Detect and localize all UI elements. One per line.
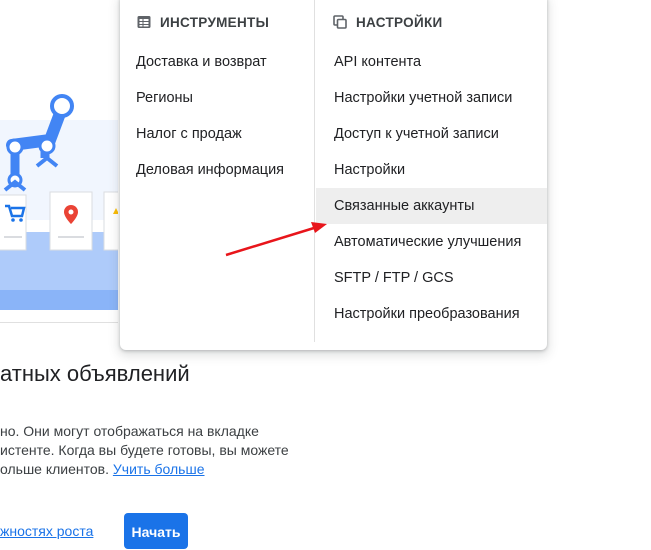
section-divider: [0, 322, 118, 323]
learn-more-link[interactable]: Учить больше: [113, 461, 205, 477]
table-icon: [137, 16, 151, 28]
tools-settings-menu: ИНСТРУМЕНТЫ Доставка и возврат Регионы Н…: [120, 0, 547, 350]
page-description: но. Они могут отображаться на вкладке ис…: [0, 422, 310, 479]
menu-item-regions[interactable]: Регионы: [120, 80, 314, 116]
menu-item-automatic-improvements[interactable]: Автоматические улучшения: [316, 224, 547, 260]
description-line: истенте. Когда вы будете готовы, вы може…: [0, 442, 289, 458]
settings-heading-label: НАСТРОЙКИ: [356, 14, 443, 30]
settings-column: НАСТРОЙКИ API контента Настройки учетной…: [316, 0, 547, 332]
page-heading: атных объявлений: [0, 361, 190, 386]
menu-item-settings[interactable]: Настройки: [316, 152, 547, 188]
tools-column: ИНСТРУМЕНТЫ Доставка и возврат Регионы Н…: [120, 0, 314, 188]
settings-heading: НАСТРОЙКИ: [316, 0, 547, 44]
menu-divider: [314, 0, 315, 342]
description-line: но. Они могут отображаться на вкладке: [0, 423, 259, 439]
menu-item-content-api[interactable]: API контента: [316, 44, 547, 80]
description-line: ольше клиентов. Учить больше: [0, 460, 310, 479]
start-button[interactable]: Начать: [124, 513, 188, 549]
menu-item-account-access[interactable]: Доступ к учетной записи: [316, 116, 547, 152]
copy-icon: [333, 15, 347, 29]
menu-item-account-settings[interactable]: Настройки учетной записи: [316, 80, 547, 116]
menu-item-sales-tax[interactable]: Налог с продаж: [120, 116, 314, 152]
tools-heading: ИНСТРУМЕНТЫ: [120, 0, 314, 44]
growth-opportunities-link[interactable]: жностях роста: [0, 523, 93, 539]
menu-item-business-info[interactable]: Деловая информация: [120, 152, 314, 188]
menu-item-shipping-returns[interactable]: Доставка и возврат: [120, 44, 314, 80]
menu-item-conversion-settings[interactable]: Настройки преобразования: [316, 296, 547, 332]
merchant-illustration: [0, 0, 118, 310]
menu-item-sftp-ftp-gcs[interactable]: SFTP / FTP / GCS: [316, 260, 547, 296]
menu-item-linked-accounts[interactable]: Связанные аккаунты: [316, 188, 547, 224]
description-text: ольше клиентов.: [0, 461, 110, 477]
tools-heading-label: ИНСТРУМЕНТЫ: [160, 14, 270, 30]
